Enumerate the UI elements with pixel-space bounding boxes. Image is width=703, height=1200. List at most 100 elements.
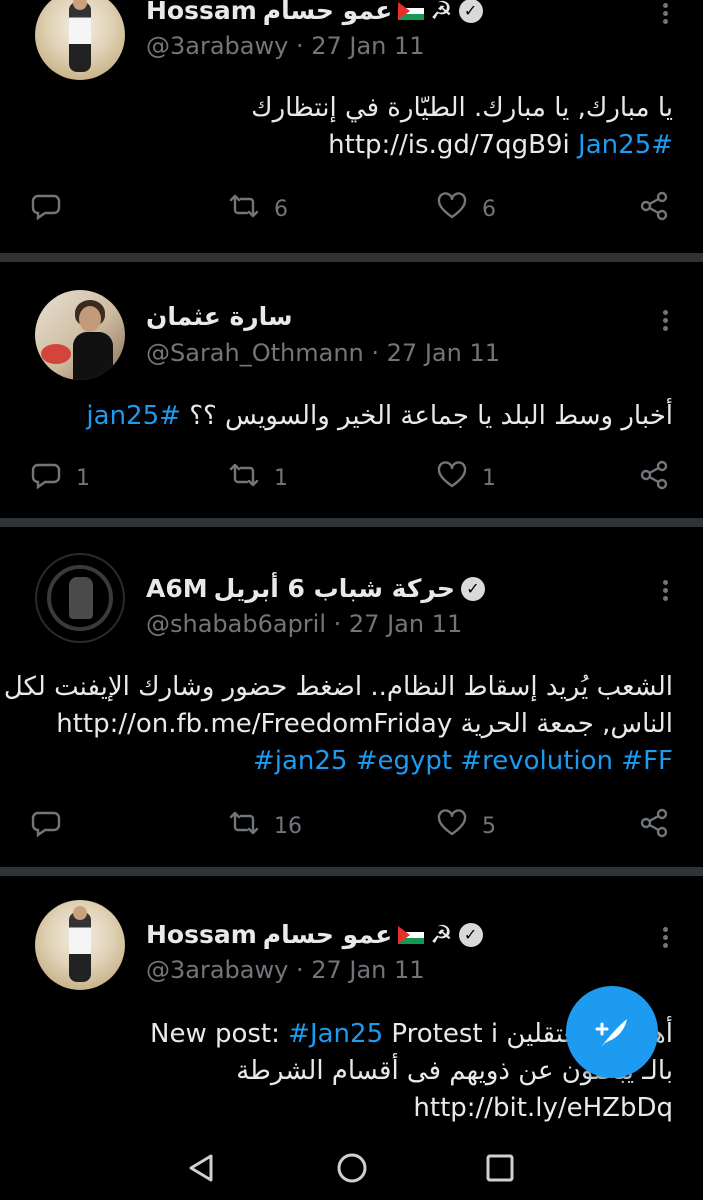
display-name-latin: A6M xyxy=(146,574,208,603)
tweet-link[interactable]: http://bit.ly/eHZbDq xyxy=(20,1090,673,1127)
share-icon xyxy=(638,190,670,228)
tweet[interactable]: Hossam عمو حسام ☭ ✓ @3arabawy · 27 Jan 1… xyxy=(0,0,703,253)
tweet[interactable]: A6M حركة شباب 6 أبريل ✓ @shabab6april · … xyxy=(0,527,703,867)
verified-badge-icon: ✓ xyxy=(458,0,483,23)
display-name[interactable]: Hossam عمو حسام ☭ ✓ xyxy=(146,920,483,949)
more-vertical-icon[interactable] xyxy=(654,924,676,954)
handle-date: @Sarah_Othmann · 27 Jan 11 xyxy=(146,339,500,367)
divider xyxy=(0,518,703,527)
tweet[interactable]: سارة عثمان @Sarah_Othmann · 27 Jan 11 أخ… xyxy=(0,262,703,518)
retweet-icon xyxy=(228,190,260,228)
tweet-date: · 27 Jan 11 xyxy=(371,339,500,367)
tweet-line-latin: New post: #Jan25 Protest i xyxy=(150,1019,498,1049)
retweet-button[interactable]: 1 xyxy=(228,458,288,498)
share-icon xyxy=(638,459,670,497)
like-count: 5 xyxy=(482,813,496,839)
system-navigation-bar xyxy=(0,1135,703,1200)
hashtag[interactable]: #Jan25 xyxy=(578,130,673,160)
user-handle: @shabab6april xyxy=(146,610,327,638)
reply-icon xyxy=(30,807,62,845)
tweet-text: أخبار وسط البلد يا جماعة الخير والسويس ؟… xyxy=(20,398,673,435)
display-name-arabic: عمو حسام xyxy=(262,920,393,949)
like-count: 6 xyxy=(482,196,496,222)
heart-icon xyxy=(436,807,468,845)
heart-icon xyxy=(436,190,468,228)
share-button[interactable] xyxy=(638,458,670,498)
like-button[interactable]: 6 xyxy=(436,189,496,229)
nav-home-icon xyxy=(337,1153,367,1183)
tweet-actions: 16 5 xyxy=(0,806,703,846)
compose-tweet-icon xyxy=(595,1019,627,1047)
display-name[interactable]: Hossam عمو حسام ☭ ✓ xyxy=(146,0,483,25)
verified-badge-icon: ✓ xyxy=(458,922,483,947)
tweet-line-text: أخبار وسط البلد يا جماعة الخير والسويس ؟… xyxy=(189,401,673,431)
more-vertical-icon[interactable] xyxy=(654,577,676,607)
share-button[interactable] xyxy=(638,189,670,229)
tweet-actions: 1 1 1 xyxy=(0,458,703,498)
like-button[interactable]: 5 xyxy=(436,806,496,846)
retweet-count: 1 xyxy=(274,465,288,491)
user-handle: @Sarah_Othmann xyxy=(146,339,364,367)
nav-back-button[interactable] xyxy=(178,1145,224,1191)
retweet-button[interactable]: 6 xyxy=(228,189,288,229)
nav-recents-icon xyxy=(486,1154,514,1182)
like-button[interactable]: 1 xyxy=(436,458,496,498)
share-button[interactable] xyxy=(638,806,670,846)
hashtag[interactable]: #Jan25 xyxy=(288,1019,383,1049)
reply-icon xyxy=(30,459,62,497)
avatar[interactable] xyxy=(35,900,125,990)
reply-button[interactable]: 1 xyxy=(30,458,90,498)
tweet-date: · 27 Jan 11 xyxy=(295,32,425,60)
retweet-icon xyxy=(228,459,260,497)
tweet-text-after: Protest i xyxy=(391,1019,499,1049)
display-name[interactable]: سارة عثمان xyxy=(146,302,293,331)
tweet-line: الناس, جمعة الحرية http://on.fb.me/Freed… xyxy=(20,706,673,743)
tweet-line-text: الناس, جمعة الحرية xyxy=(460,709,673,739)
reply-button[interactable] xyxy=(30,189,76,229)
more-vertical-icon[interactable] xyxy=(654,307,676,337)
display-name[interactable]: A6M حركة شباب 6 أبريل ✓ xyxy=(146,574,485,603)
handle-date: @shabab6april · 27 Jan 11 xyxy=(146,610,462,638)
tweet-line: الشعب يُريد إسقاط النظام.. اضغط حضور وشا… xyxy=(3,672,673,702)
retweet-count: 16 xyxy=(274,813,302,839)
tweet-line: يا مبارك, يا مبارك. الطيّارة في إنتظارك xyxy=(251,93,673,123)
hashtag[interactable]: #jan25 xyxy=(86,401,181,431)
retweet-button[interactable]: 16 xyxy=(228,806,302,846)
tweet-link[interactable]: http://on.fb.me/FreedomFriday xyxy=(56,709,452,739)
avatar[interactable] xyxy=(35,0,125,80)
hashtags[interactable]: #jan25 #egypt #revolution #FF xyxy=(20,743,673,780)
tweet-line: #Jan25 http://is.gd/7qgB9i xyxy=(20,127,673,164)
reply-icon xyxy=(30,190,62,228)
display-name-latin: Hossam xyxy=(146,920,257,949)
avatar[interactable] xyxy=(35,553,125,643)
tweet-link[interactable]: http://is.gd/7qgB9i xyxy=(328,130,570,160)
avatar[interactable] xyxy=(35,290,125,380)
compose-tweet-button[interactable] xyxy=(566,986,658,1078)
hammer-sickle-icon: ☭ xyxy=(430,0,453,25)
tweet-feed: Hossam عمو حسام ☭ ✓ @3arabawy · 27 Jan 1… xyxy=(0,0,703,1135)
retweet-icon xyxy=(228,807,260,845)
palestine-flag-icon xyxy=(398,925,425,944)
tweet-line: أخبار وسط البلد يا جماعة الخير والسويس ؟… xyxy=(20,398,673,435)
tweet-text: يا مبارك, يا مبارك. الطيّارة في إنتظارك … xyxy=(20,90,673,164)
display-name-arabic: سارة عثمان xyxy=(146,302,293,331)
more-vertical-icon[interactable] xyxy=(654,0,676,30)
handle-date: @3arabawy · 27 Jan 11 xyxy=(146,32,425,60)
heart-icon xyxy=(436,459,468,497)
reply-count: 1 xyxy=(76,465,90,491)
tweet-text: الشعب يُريد إسقاط النظام.. اضغط حضور وشا… xyxy=(3,669,673,780)
handle-date: @3arabawy · 27 Jan 11 xyxy=(146,956,425,984)
tweet-date: · 27 Jan 11 xyxy=(333,610,463,638)
palestine-flag-icon xyxy=(398,1,425,20)
verified-badge-icon: ✓ xyxy=(460,576,485,601)
like-count: 1 xyxy=(482,465,496,491)
user-handle: @3arabawy xyxy=(146,32,289,60)
nav-home-button[interactable] xyxy=(329,1145,375,1191)
tweet-date: · 27 Jan 11 xyxy=(295,956,425,984)
retweet-count: 6 xyxy=(274,196,288,222)
nav-recents-button[interactable] xyxy=(477,1145,523,1191)
reply-button[interactable] xyxy=(30,806,76,846)
hammer-sickle-icon: ☭ xyxy=(430,920,453,949)
divider xyxy=(0,867,703,876)
user-handle: @3arabawy xyxy=(146,956,289,984)
